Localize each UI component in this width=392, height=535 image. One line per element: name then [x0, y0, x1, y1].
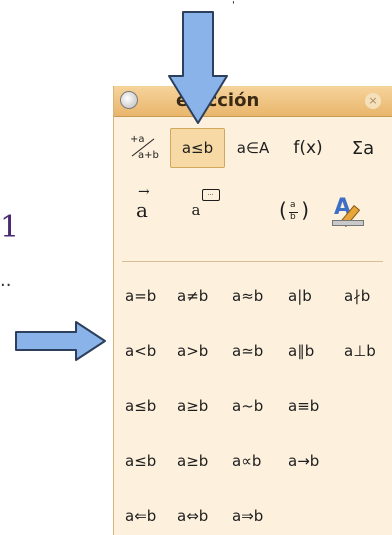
symbol-toward[interactable]: a→b: [288, 443, 319, 479]
category-relations-label: a≤b: [181, 139, 214, 157]
category-functions-label: f(x): [293, 138, 323, 158]
symbol-equal[interactable]: a=b: [125, 278, 156, 314]
category-operators-label: Σa: [351, 137, 375, 159]
category-functions-button[interactable]: f(x): [286, 128, 330, 168]
toolbar-separator: [122, 261, 383, 262]
symbol-similar-equal[interactable]: a≃b: [232, 333, 263, 369]
others-bubble: ...: [201, 189, 220, 201]
symbol-equivalent[interactable]: a⇔b: [177, 498, 208, 534]
symbol-less-equal[interactable]: a≤b: [125, 388, 156, 424]
symbol-not-divides[interactable]: a∤b: [344, 278, 370, 314]
speech-bubble-icon: a ...: [191, 189, 220, 219]
symbol-implies[interactable]: a⇒b: [232, 498, 263, 534]
background-ellipsis: ..: [0, 270, 12, 291]
brackets-icon: ( a b ): [279, 196, 309, 228]
others-base: a: [191, 201, 201, 219]
vector-icon: a: [136, 184, 150, 222]
paren-right: ): [301, 198, 309, 222]
fraction-numerator: +a: [130, 134, 145, 145]
background-digit: 1: [0, 210, 20, 245]
symbol-identical[interactable]: a≡b: [288, 388, 319, 424]
bracket-top: a: [290, 200, 296, 210]
symbol-approx[interactable]: a≈b: [232, 278, 263, 314]
symbol-less-than[interactable]: a<b: [125, 333, 156, 369]
category-unary-binary-button[interactable]: +a a+b: [120, 128, 164, 168]
elements-panel: elección × +a a+b a≤b a∈A f(x) Σa a a ..…: [113, 86, 392, 535]
annotation-arrow-down-icon: [168, 11, 228, 124]
app-icon: [120, 91, 138, 109]
paren-left: (: [279, 198, 287, 222]
symbol-implied-by[interactable]: a⇐b: [125, 498, 156, 534]
panel-titlebar[interactable]: elección ×: [114, 86, 392, 117]
fraction-denominator: a+b: [138, 150, 159, 161]
category-others-button[interactable]: a ...: [174, 189, 220, 230]
category-formats-button[interactable]: A: [326, 190, 368, 230]
symbol-perpendicular[interactable]: a⊥b: [344, 333, 376, 369]
symbol-not-equal[interactable]: a≠b: [177, 278, 208, 314]
symbol-similar[interactable]: a~b: [232, 388, 263, 424]
symbol-less-equal-slant[interactable]: a≤b: [125, 443, 156, 479]
symbol-greater-than[interactable]: a>b: [177, 333, 208, 369]
category-set-operations-button[interactable]: a∈A: [228, 128, 278, 168]
symbol-greater-equal[interactable]: a≥b: [177, 388, 208, 424]
close-icon[interactable]: ×: [365, 93, 381, 109]
category-brackets-button[interactable]: ( a b ): [274, 192, 314, 232]
symbol-proportional[interactable]: a∝b: [232, 443, 261, 479]
symbol-parallel[interactable]: a∥b: [288, 333, 314, 369]
background-mark: ': [232, 0, 235, 11]
annotation-arrow-right-icon: [15, 321, 106, 361]
ruler-icon: [332, 220, 364, 226]
symbol-greater-equal-slant[interactable]: a≥b: [177, 443, 208, 479]
category-relations-button[interactable]: a≤b: [170, 128, 225, 168]
format-icon: A: [332, 195, 364, 227]
category-attributes-button[interactable]: a: [122, 184, 162, 230]
category-set-operations-label: a∈A: [236, 139, 270, 157]
symbol-divides[interactable]: a|b: [288, 278, 312, 314]
category-operators-button[interactable]: Σa: [340, 128, 386, 168]
bracket-bottom: b: [290, 212, 296, 222]
fraction-icon: +a a+b: [126, 132, 159, 164]
